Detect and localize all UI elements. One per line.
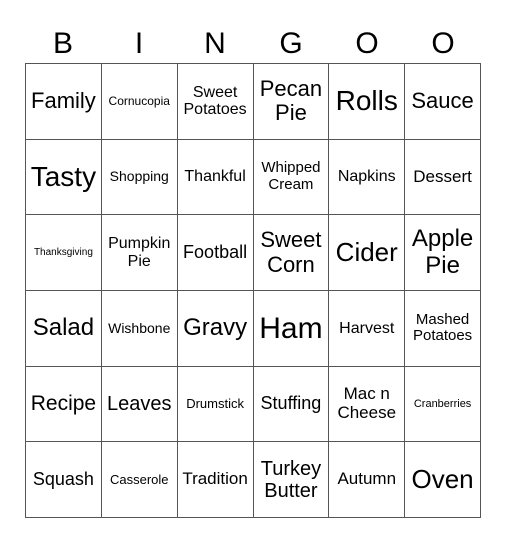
bingo-header: BINGOO [25, 24, 481, 64]
cell-label: Napkins [337, 168, 396, 186]
cell-label: Turkey Butter [260, 457, 322, 502]
cell-label: Whipped Cream [261, 159, 321, 193]
bingo-cell[interactable]: Mashed Potatoes [405, 290, 481, 367]
cell-label: Autumn [337, 469, 397, 489]
bingo-cell[interactable]: Squash [26, 442, 102, 518]
cell-label: Football [183, 241, 248, 262]
bingo-cell[interactable]: Salad [26, 290, 102, 367]
header-letter: G [279, 27, 303, 60]
cell-label: Pecan Pie [259, 76, 323, 126]
bingo-cell[interactable]: Sweet Potatoes [177, 64, 254, 140]
bingo-cell[interactable]: Whipped Cream [253, 139, 330, 216]
cell-label: Family [31, 88, 96, 114]
cell-label: Pumpkin Pie [108, 235, 171, 270]
cell-label: Apple Pie [411, 225, 474, 279]
cell-label: Ham [259, 311, 323, 345]
bingo-cell[interactable]: Football [177, 215, 254, 291]
header-letter: O [355, 27, 379, 60]
bingo-cell[interactable]: Cornucopia [101, 64, 178, 140]
cell-label: Rolls [335, 84, 398, 116]
cell-label: Cider [335, 237, 398, 268]
header-letter: O [431, 27, 455, 60]
bingo-cell[interactable]: Casserole [101, 442, 178, 518]
cell-label: Stuffing [260, 393, 322, 414]
cell-label: Mashed Potatoes [412, 310, 473, 345]
cell-label: Thankful [184, 168, 246, 186]
cell-label: Salad [32, 314, 95, 342]
bingo-cell[interactable]: Pumpkin Pie [101, 215, 178, 291]
bingo-cell[interactable]: Autumn [329, 442, 406, 518]
cell-label: Leaves [106, 392, 172, 415]
header-letter: I [134, 27, 144, 60]
bingo-card-grid: Family Cornucopia Sweet Potatoes Pecan Pie R… [25, 63, 481, 518]
cell-label: Sweet Corn [260, 227, 322, 277]
bingo-cell[interactable]: Harvest [329, 290, 406, 367]
bingo-cell[interactable]: Wishbone [101, 290, 178, 367]
cell-label: Harvest [339, 319, 395, 337]
bingo-cell[interactable]: Cranberries [405, 366, 481, 443]
bingo-cell[interactable]: Sweet Corn [253, 215, 330, 291]
cell-label: Sauce [411, 88, 474, 114]
cell-label: Gravy [183, 314, 248, 342]
bingo-cell[interactable]: Apple Pie [405, 215, 481, 291]
cell-label: Squash [32, 468, 94, 489]
cell-label: Tasty [30, 160, 97, 192]
header-letter: N [204, 27, 226, 60]
bingo-cell[interactable]: Dessert [405, 139, 481, 216]
bingo-cell[interactable]: Stuffing [253, 366, 330, 443]
cell-label: Thanksgiving [33, 247, 93, 259]
cell-label: Dessert [413, 166, 472, 186]
cell-label: Mac n Cheese [337, 384, 397, 422]
bingo-cell[interactable]: Leaves [101, 366, 178, 443]
bingo-cell[interactable]: Pecan Pie [253, 64, 330, 140]
header-letter: B [52, 27, 73, 60]
bingo-cell[interactable]: Sauce [405, 64, 481, 140]
bingo-cell[interactable]: Gravy [177, 290, 254, 367]
bingo-cell[interactable]: Family [26, 64, 102, 140]
bingo-cell[interactable]: Ham [253, 290, 330, 367]
cell-label: Drumstick [186, 395, 244, 411]
cell-label: Cranberries [413, 397, 472, 410]
bingo-cell[interactable]: Shopping [101, 139, 178, 216]
bingo-cell[interactable]: Rolls [329, 64, 406, 140]
cell-label: Casserole [109, 471, 169, 487]
bingo-cell[interactable]: Cider [329, 215, 406, 291]
bingo-cell[interactable]: Oven [405, 442, 481, 518]
bingo-cell[interactable]: Tradition [177, 442, 254, 518]
cell-label: Cornucopia [108, 93, 170, 108]
bingo-cell[interactable]: Recipe [26, 366, 102, 443]
bingo-cell[interactable]: Mac n Cheese [329, 366, 406, 443]
cell-label: Shopping [109, 168, 169, 185]
cell-label: Recipe [30, 392, 97, 416]
cell-label: Sweet Potatoes [183, 83, 247, 119]
cell-label: Wishbone [108, 319, 171, 336]
bingo-cell[interactable]: Drumstick [177, 366, 254, 443]
bingo-cell[interactable]: Tasty [26, 139, 102, 216]
bingo-cell[interactable]: Napkins [329, 139, 406, 216]
cell-label: Tradition [182, 469, 248, 489]
bingo-cell[interactable]: Turkey Butter [253, 442, 330, 518]
bingo-cell[interactable]: Thanksgiving [26, 215, 102, 291]
cell-label: Oven [411, 464, 474, 495]
bingo-cell[interactable]: Thankful [177, 139, 254, 216]
